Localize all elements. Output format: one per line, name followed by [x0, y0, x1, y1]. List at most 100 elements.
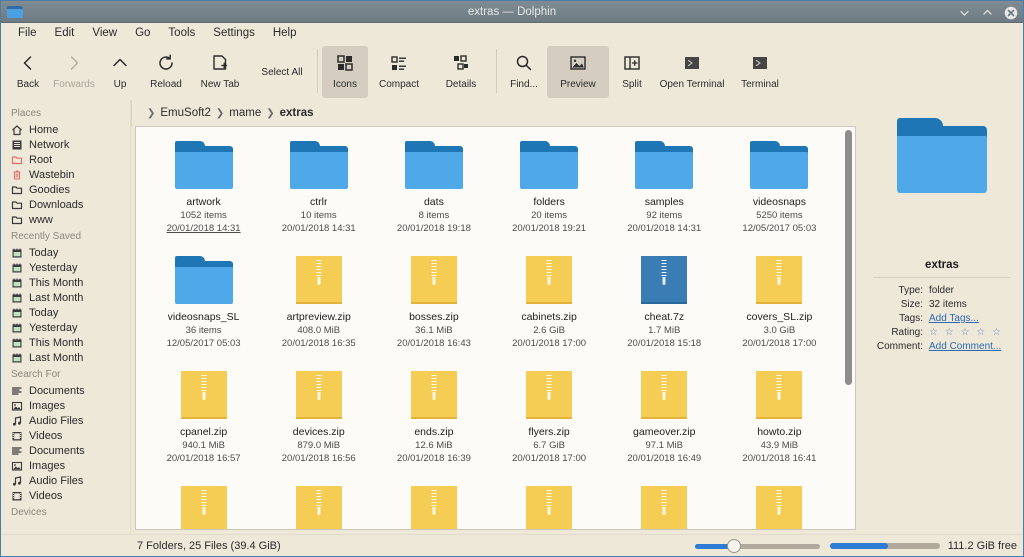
file-item[interactable]: cheat.7z 1.7 MiB 20/01/2018 15:18: [607, 250, 722, 365]
menu-go[interactable]: Go: [126, 25, 159, 41]
main-area: ❯ EmuSoft2 ❯ mame ❯ extras artwork 1052 i…: [131, 100, 861, 534]
breadcrumb-chevron-icon-2: ❯: [215, 107, 225, 119]
find-button[interactable]: Find...: [501, 46, 547, 98]
menu-help[interactable]: Help: [264, 25, 306, 41]
calendar-icon: [11, 322, 23, 334]
file-view[interactable]: artwork 1052 items 20/01/2018 14:31 ctrlr 10…: [135, 126, 856, 530]
file-date: 20/01/2018 16:41: [742, 453, 817, 464]
sidebar-item-videos[interactable]: Videos: [1, 488, 130, 503]
zip-archive-icon: [526, 486, 573, 529]
close-button[interactable]: [1004, 6, 1018, 19]
menu-file[interactable]: File: [9, 25, 46, 41]
sidebar-item-this-month[interactable]: This Month: [1, 335, 130, 350]
rating-stars[interactable]: ☆ ☆ ☆ ☆ ☆: [929, 327, 1003, 338]
sidebar-item-today[interactable]: Today: [1, 305, 130, 320]
file-size: 2.6 GiB: [533, 325, 565, 336]
file-item[interactable]: cpanel.zip 940.1 MiB 20/01/2018 16:57: [146, 365, 261, 480]
file-item[interactable]: howto.zip 43.9 MiB 20/01/2018 16:41: [722, 365, 837, 480]
sidebar-group-title: Devices: [11, 507, 47, 518]
zoom-slider-handle[interactable]: [726, 538, 741, 553]
breadcrumb-item-emusoft2[interactable]: EmuSoft2: [160, 107, 211, 119]
menu-view[interactable]: View: [83, 25, 126, 41]
image-icon: [11, 460, 23, 472]
file-item[interactable]: ctrlr 10 items 20/01/2018 14:31: [261, 135, 376, 250]
up-button[interactable]: Up: [97, 46, 143, 98]
sidebar-item-audio-files[interactable]: Audio Files: [1, 413, 130, 428]
menu-edit[interactable]: Edit: [46, 25, 84, 41]
file-item[interactable]: logo.zip: [261, 480, 376, 529]
sidebar-item-yesterday[interactable]: Yesterday: [1, 320, 130, 335]
menu-tools[interactable]: Tools: [159, 25, 204, 41]
select-all-button[interactable]: Select All: [251, 46, 313, 98]
sidebar-item-goodies[interactable]: Goodies: [1, 182, 130, 197]
sidebar-item-home[interactable]: Home: [1, 122, 130, 137]
file-item[interactable]: samples 92 items 20/01/2018 14:31: [607, 135, 722, 250]
reload-button[interactable]: Reload: [143, 46, 189, 98]
file-view-scrollbar[interactable]: [844, 130, 853, 526]
icons-view-button[interactable]: Icons: [322, 46, 368, 98]
file-item[interactable]: manuals_SL.zip: [376, 480, 491, 529]
file-item[interactable]: videosnaps 5250 items 12/05/2017 05:03: [722, 135, 837, 250]
info-link[interactable]: Add Tags...: [929, 313, 979, 324]
file-item[interactable]: bosses.zip 36.1 MiB 20/01/2018 16:43: [376, 250, 491, 365]
back-button[interactable]: Back: [5, 46, 51, 98]
sidebar-item-wastebin[interactable]: Wastebin: [1, 167, 130, 182]
file-item[interactable]: ends.zip 12.6 MiB 20/01/2018 16:39: [376, 365, 491, 480]
sidebar-item-documents[interactable]: Documents: [1, 383, 130, 398]
file-item[interactable]: flyers.zip 6.7 GiB 20/01/2018 17:00: [491, 365, 606, 480]
preview-button[interactable]: Preview: [547, 46, 609, 98]
file-item[interactable]: gameover.zip 97.1 MiB 20/01/2018 16:49: [607, 365, 722, 480]
info-link[interactable]: Add Comment...: [929, 341, 1001, 352]
scrollbar-thumb[interactable]: [845, 130, 852, 385]
split-label: Split: [622, 79, 642, 90]
zip-archive-icon: [526, 256, 573, 304]
dolphin-window: extras — Dolphin File Edit View Go Tools…: [0, 0, 1024, 557]
file-item[interactable]: folders 20 items 20/01/2018 19:21: [491, 135, 606, 250]
file-item[interactable]: artwork 1052 items 20/01/2018 14:31: [146, 135, 261, 250]
breadcrumb[interactable]: ❯ EmuSoft2 ❯ mame ❯ extras: [131, 100, 859, 126]
info-row: Tags: Add Tags...: [869, 313, 1015, 324]
info-value: folder: [929, 285, 955, 296]
compact-view-button[interactable]: Compact: [368, 46, 430, 98]
maximize-button[interactable]: [981, 6, 994, 19]
sidebar-item-www[interactable]: www: [1, 212, 130, 227]
sidebar-item-this-month[interactable]: This Month: [1, 275, 130, 290]
sidebar-item-last-month[interactable]: Last Month: [1, 290, 130, 305]
sidebar-item-images[interactable]: Images: [1, 398, 130, 413]
file-size: 940.1 MiB: [182, 440, 225, 451]
terminal-button[interactable]: Terminal: [729, 46, 791, 98]
forward-button[interactable]: Forwards: [51, 46, 97, 98]
breadcrumb-item-extras[interactable]: extras: [280, 107, 314, 119]
file-item[interactable]: cabinets.zip 2.6 GiB 20/01/2018 17:00: [491, 250, 606, 365]
file-item[interactable]: videosnaps_SL 36 items 12/05/2017 05:03: [146, 250, 261, 365]
details-view-button[interactable]: Details: [430, 46, 492, 98]
sidebar-item-downloads[interactable]: Downloads: [1, 197, 130, 212]
sidebar-item-network[interactable]: Network: [1, 137, 130, 152]
menu-settings[interactable]: Settings: [204, 25, 264, 41]
file-item[interactable]: icons.zip: [146, 480, 261, 529]
zoom-slider[interactable]: [694, 538, 820, 553]
open-terminal-label: Open Terminal: [659, 79, 725, 90]
file-item[interactable]: manuals.zip: [491, 480, 606, 529]
sidebar-item-today[interactable]: Today: [1, 245, 130, 260]
calendar-icon: [11, 307, 23, 319]
breadcrumb-item-mame[interactable]: mame: [229, 107, 261, 119]
new-tab-button[interactable]: New Tab: [189, 46, 251, 98]
file-item[interactable]: artpreview.zip 408.0 MiB 20/01/2018 16:35: [261, 250, 376, 365]
sidebar-item-root[interactable]: Root: [1, 152, 130, 167]
sidebar-item-images[interactable]: Images: [1, 458, 130, 473]
sidebar-item-last-month[interactable]: Last Month: [1, 350, 130, 365]
file-item[interactable]: marquees.zip: [607, 480, 722, 529]
sidebar-item-documents[interactable]: Documents: [1, 443, 130, 458]
file-item[interactable]: devices.zip 879.0 MiB 20/01/2018 16:56: [261, 365, 376, 480]
minimize-button[interactable]: [958, 6, 971, 19]
zip-archive-icon: [295, 256, 342, 304]
sidebar-item-yesterday[interactable]: Yesterday: [1, 260, 130, 275]
sidebar-item-audio-files[interactable]: Audio Files: [1, 473, 130, 488]
file-item[interactable]: covers_SL.zip 3.0 GiB 20/01/2018 17:00: [722, 250, 837, 365]
file-item[interactable]: dats 8 items 20/01/2018 19:18: [376, 135, 491, 250]
split-button[interactable]: Split: [609, 46, 655, 98]
sidebar-item-videos[interactable]: Videos: [1, 428, 130, 443]
open-terminal-button[interactable]: Open Terminal: [655, 46, 729, 98]
file-item[interactable]: pcb.zip: [722, 480, 837, 529]
